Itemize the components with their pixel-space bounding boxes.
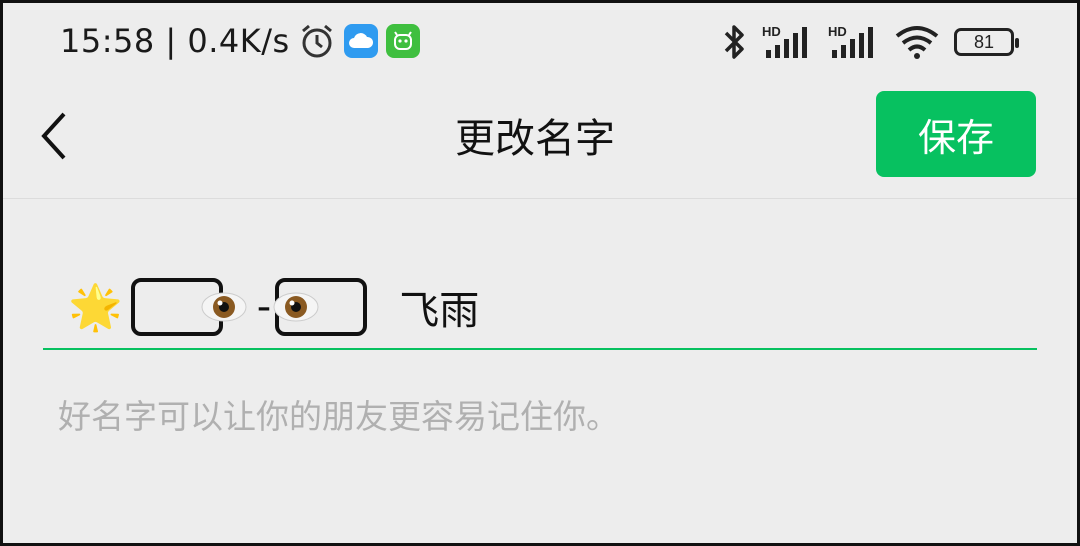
signal-icon: HD bbox=[828, 24, 880, 60]
header-divider bbox=[0, 198, 1080, 199]
battery-icon: 81 bbox=[954, 28, 1019, 56]
hint-text: 好名字可以让你的朋友更容易记住你。 bbox=[58, 397, 619, 436]
input-underline bbox=[43, 348, 1037, 350]
star-emoji: 🌟 bbox=[68, 282, 123, 333]
save-button[interactable]: 保存 bbox=[876, 91, 1036, 177]
status-bar-right: HD HD 81 bbox=[720, 22, 1019, 62]
green-app-icon bbox=[385, 24, 420, 58]
name-input[interactable]: 🌟 - 飞雨 bbox=[68, 272, 479, 342]
wifi-icon bbox=[894, 24, 940, 60]
status-time-speed: 15:58 | 0.4K/s bbox=[60, 22, 290, 60]
glasses-lens-left bbox=[130, 278, 247, 336]
eye-icon bbox=[273, 292, 319, 322]
status-bar-left: 15:58 | 0.4K/s bbox=[60, 22, 420, 60]
cloud-app-icon bbox=[343, 24, 378, 58]
name-text: 飞雨 bbox=[399, 288, 480, 334]
glasses-lens-right bbox=[273, 278, 368, 336]
glasses-eyes: - bbox=[130, 278, 368, 336]
alarm-icon bbox=[298, 22, 336, 60]
signal-icon: HD bbox=[762, 24, 814, 60]
bluetooth-icon bbox=[720, 22, 748, 62]
eye-icon bbox=[201, 292, 247, 322]
separator-text: - bbox=[256, 284, 272, 330]
